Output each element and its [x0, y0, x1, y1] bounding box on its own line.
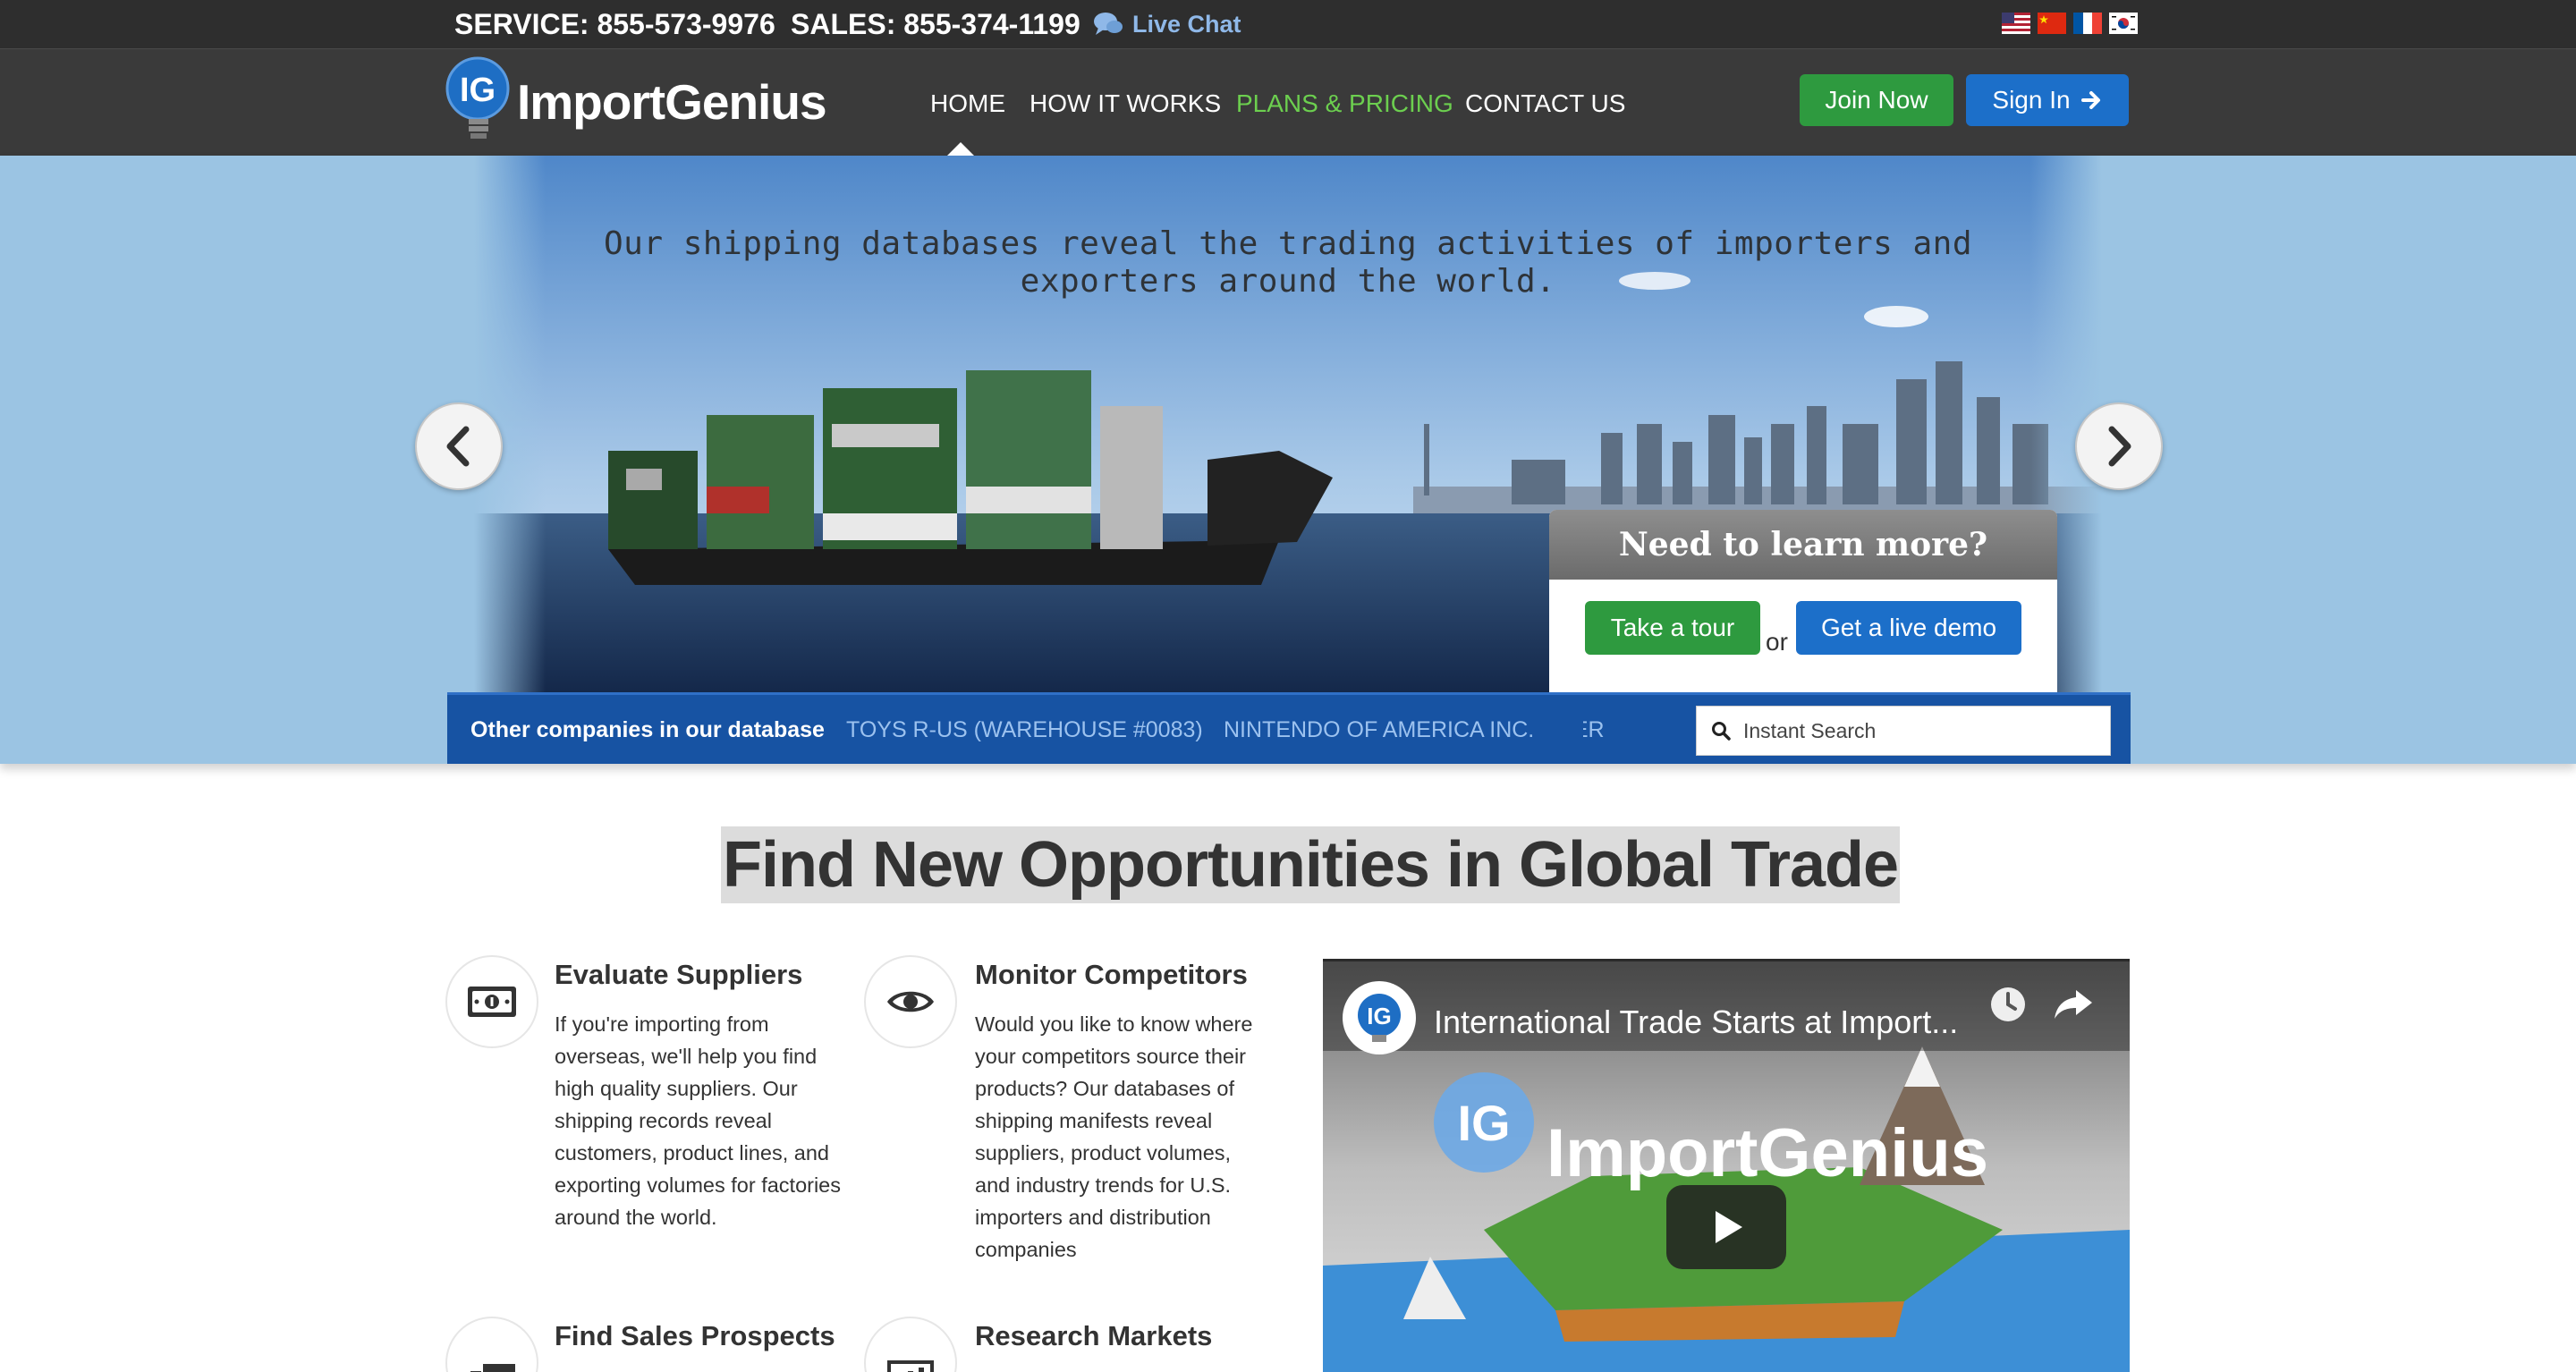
video-play-button[interactable] — [1666, 1185, 1786, 1269]
instant-search-box — [1696, 706, 2111, 756]
video-logo-letters: IG — [1457, 1095, 1510, 1151]
page: SERVICE: 855-573-9976 SALES: 855-374-119… — [0, 0, 2576, 1372]
active-nav-indicator — [946, 142, 975, 157]
live-chat-link[interactable]: Live Chat — [1093, 7, 1241, 41]
hero-carousel: Our shipping databases reveal the tradin… — [0, 156, 2576, 764]
korea-flag-icon[interactable] — [2109, 13, 2138, 34]
play-icon — [1716, 1211, 1742, 1243]
video-title[interactable]: International Trade Starts at Import... — [1434, 1003, 1958, 1042]
feature-title: Research Markets — [975, 1320, 1213, 1351]
video-brand-text: ImportGenius — [1546, 1115, 1988, 1191]
lightbulb-logo-icon: IG — [445, 56, 510, 139]
feature-icon-circle — [864, 955, 957, 1048]
feature-title: Find Sales Prospects — [555, 1320, 835, 1351]
ticker-title: Other companies in our database — [470, 717, 825, 742]
eye-icon — [887, 991, 934, 1012]
description-line: companies — [975, 1238, 1077, 1261]
description-line: and industry trends for U.S. — [975, 1173, 1232, 1197]
description-line: high quality suppliers. Our — [555, 1077, 798, 1100]
language-flags — [2002, 13, 2138, 34]
description-line: your competitors source their — [975, 1045, 1247, 1068]
description-line: importers and distribution — [975, 1206, 1211, 1229]
live-demo-label: Get a live demo — [1820, 614, 1997, 641]
take-tour-button[interactable]: Take a tour — [1585, 601, 1760, 655]
channel-logo-letters: IG — [1367, 1003, 1391, 1029]
hero-tagline: Our shipping databases reveal the tradin… — [604, 225, 1972, 300]
description-line: overseas, we'll help you find — [555, 1045, 818, 1068]
feature-icon-circle — [445, 955, 538, 1048]
take-tour-label: Take a tour — [1610, 614, 1735, 641]
arrow-right-icon — [2080, 91, 2100, 109]
nav-plans-pricing[interactable]: PLANS & PRICING — [1236, 89, 1453, 119]
description-line: customers, product lines, and — [555, 1141, 829, 1165]
search-icon — [1712, 722, 1731, 741]
chat-bubble-icon — [1094, 13, 1123, 35]
feature-title: Evaluate Suppliers — [555, 959, 803, 990]
france-flag-icon[interactable] — [2073, 13, 2102, 34]
description-line: suppliers, product volumes, — [975, 1141, 1232, 1165]
or-text: or — [1766, 628, 1788, 656]
description-line: products? Our databases of — [975, 1077, 1235, 1100]
feature-description: Would you like to know where your compet… — [975, 1008, 1288, 1266]
description-line: Would you like to know where — [975, 1012, 1253, 1036]
join-now-label: Join Now — [1825, 86, 1928, 114]
watch-later-icon[interactable] — [1988, 985, 2028, 1024]
video-player[interactable]: IG ImportGenius IG International Trade S… — [1323, 959, 2130, 1372]
learn-more-title: Need to learn more? — [1549, 510, 2057, 580]
instant-search-input[interactable] — [1743, 718, 2083, 743]
feature-description: If you're importing from overseas, we'll… — [555, 1008, 868, 1233]
channel-logo-icon: IG — [1358, 994, 1401, 1042]
live-demo-button[interactable]: Get a live demo — [1796, 601, 2021, 655]
description-line: around the world. — [555, 1206, 717, 1229]
nav-contact-us[interactable]: CONTACT US — [1465, 89, 1625, 119]
sales-phone[interactable]: SALES: 855-374-1199 — [791, 7, 1080, 41]
sign-in-label: Sign In — [1992, 86, 2071, 114]
learn-more-panel: Need to learn more? Take a tour or Get a… — [1549, 510, 2057, 694]
description-line: If you're importing from — [555, 1012, 769, 1036]
us-flag-icon[interactable] — [2002, 13, 2030, 34]
nav-home[interactable]: HOME — [930, 89, 1005, 119]
description-line: exporting volumes for factories — [555, 1173, 842, 1197]
importgenius-logo[interactable]: IG ImportGenius — [445, 56, 827, 146]
ticker-company-link[interactable]: TOYS R-US (WAREHOUSE #0083) — [846, 717, 1203, 743]
bar-chart-icon — [887, 1360, 934, 1372]
feature-title: Monitor Competitors — [975, 959, 1248, 990]
share-icon[interactable] — [2053, 987, 2094, 1022]
description-line: shipping records reveal — [555, 1109, 772, 1132]
ticker-company-link[interactable]: NINTENDO OF AMERICA INC. — [1224, 717, 1534, 743]
feature-icon-circle — [864, 1317, 957, 1372]
ticker-company-link[interactable]: SHIN CATER — [1583, 717, 1605, 743]
truck-icon — [470, 1364, 515, 1372]
live-chat-label: Live Chat — [1132, 11, 1241, 38]
sign-in-button[interactable]: Sign In — [1966, 74, 2129, 126]
nav-how-it-works[interactable]: HOW IT WORKS — [1030, 89, 1221, 119]
channel-avatar[interactable]: IG — [1343, 981, 1416, 1054]
carousel-next-button[interactable] — [2075, 402, 2163, 490]
logo-text: ImportGenius — [517, 74, 827, 130]
top-bar: SERVICE: 855-573-9976 SALES: 855-374-119… — [0, 0, 2576, 48]
feature-icon-circle — [445, 1317, 538, 1372]
company-ticker-bar: Other companies in our database TOYS R-U… — [447, 692, 2131, 764]
service-phone[interactable]: SERVICE: 855-573-9976 — [454, 7, 775, 41]
chevron-right-icon — [2108, 426, 2131, 467]
money-icon — [468, 987, 516, 1017]
carousel-prev-button[interactable] — [415, 402, 503, 490]
china-flag-icon[interactable] — [2038, 13, 2066, 34]
chevron-left-icon — [446, 426, 470, 467]
main-nav: IG ImportGenius HOME HOW IT WORKS PLANS … — [0, 48, 2576, 157]
join-now-button[interactable]: Join Now — [1800, 74, 1953, 126]
page-headline: Find New Opportunities in Global Trade — [721, 826, 1901, 903]
description-line: shipping manifests reveal — [975, 1109, 1213, 1132]
logo-letters: IG — [460, 72, 496, 109]
